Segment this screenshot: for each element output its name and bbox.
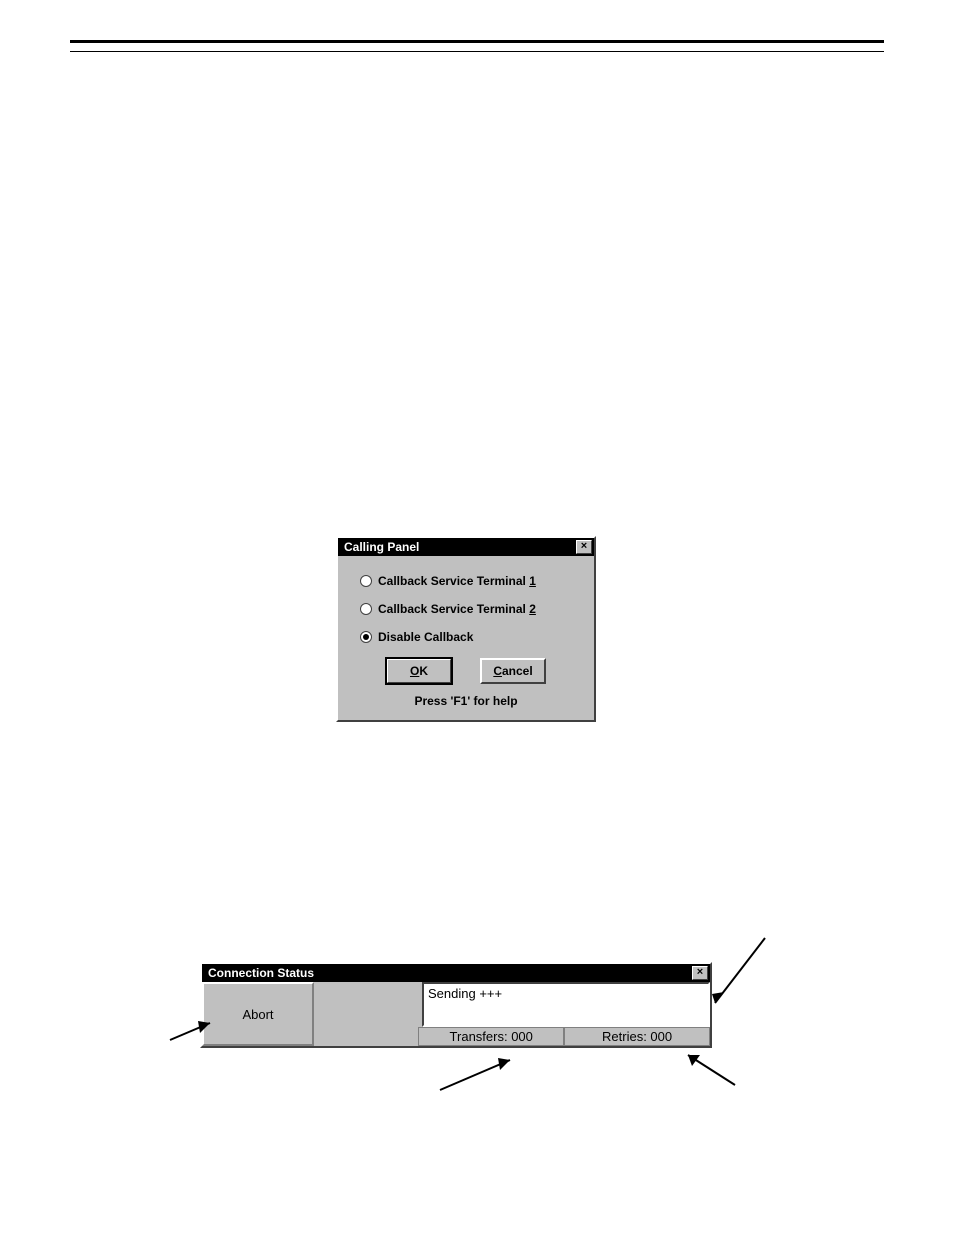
radio-label: Callback Service Terminal 1 [378,574,536,588]
radio-icon [360,603,372,615]
status-message: Sending +++ [422,982,710,1027]
radio-icon [360,575,372,587]
arrow-icon [710,938,770,1013]
radio-label: Disable Callback [378,630,473,644]
radio-callback-terminal-1[interactable]: Callback Service Terminal 1 [360,574,572,588]
ok-button[interactable]: OK [386,658,452,684]
connection-status-dialog: Connection Status × Abort Sending +++ Tr… [200,962,712,1048]
arrow-icon [680,1050,740,1095]
close-icon[interactable]: × [692,966,708,980]
close-icon[interactable]: × [576,540,592,554]
abort-button[interactable]: Abort [202,982,314,1046]
radio-icon [360,631,372,643]
radio-callback-terminal-2[interactable]: Callback Service Terminal 2 [360,602,572,616]
radio-label: Callback Service Terminal 2 [378,602,536,616]
connection-status-titlebar: Connection Status × [202,964,710,982]
radio-disable-callback[interactable]: Disable Callback [360,630,572,644]
calling-panel-dialog: Calling Panel × Callback Service Termina… [336,536,596,722]
connection-status-title: Connection Status [208,966,692,980]
help-text: Press 'F1' for help [360,694,572,708]
calling-panel-title: Calling Panel [344,540,576,554]
cancel-button[interactable]: Cancel [480,658,546,684]
transfers-label: Transfers: 000 [418,1027,564,1046]
arrow-icon [440,1055,520,1100]
retries-label: Retries: 000 [564,1027,710,1046]
calling-panel-titlebar: Calling Panel × [338,538,594,556]
